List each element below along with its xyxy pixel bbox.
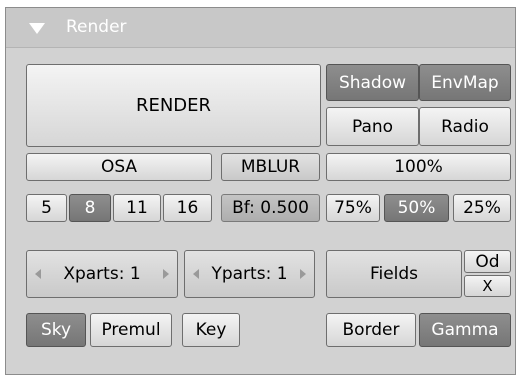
key-toggle[interactable]: Key	[182, 313, 240, 347]
increment-arrow-icon[interactable]	[163, 269, 169, 279]
yparts-label: Yparts: 1	[211, 264, 288, 284]
sky-toggle[interactable]: Sky	[26, 313, 86, 347]
fields-toggle[interactable]: Fields	[326, 250, 462, 298]
premul-toggle[interactable]: Premul	[90, 313, 172, 347]
osa-level-16[interactable]: 16	[163, 194, 212, 222]
collapse-triangle-icon[interactable]	[29, 23, 45, 34]
size-25-button[interactable]: 25%	[453, 194, 511, 222]
osa-level-5[interactable]: 5	[26, 194, 67, 222]
osa-toggle[interactable]: OSA	[26, 153, 212, 181]
render-button[interactable]: RENDER	[26, 64, 321, 147]
shadow-toggle[interactable]: Shadow	[326, 64, 419, 101]
osa-level-8[interactable]: 8	[69, 194, 111, 222]
xparts-number-field[interactable]: Xparts: 1	[26, 250, 178, 298]
envmap-toggle[interactable]: EnvMap	[419, 64, 511, 101]
radio-toggle[interactable]: Radio	[419, 107, 511, 146]
panel-title: Render	[66, 17, 127, 37]
decrement-arrow-icon[interactable]	[193, 269, 199, 279]
size-100-button[interactable]: 100%	[326, 153, 511, 181]
odd-field-toggle[interactable]: Od	[464, 250, 511, 273]
decrement-arrow-icon[interactable]	[35, 269, 41, 279]
increment-arrow-icon[interactable]	[300, 269, 306, 279]
osa-level-11[interactable]: 11	[113, 194, 161, 222]
size-75-button[interactable]: 75%	[326, 194, 380, 222]
render-panel: Render RENDER Shadow EnvMap Pano Radio O…	[5, 7, 516, 375]
panel-header[interactable]: Render	[6, 8, 515, 48]
size-50-button[interactable]: 50%	[384, 194, 449, 222]
border-toggle[interactable]: Border	[326, 313, 416, 347]
pano-toggle[interactable]: Pano	[326, 107, 419, 146]
xparts-label: Xparts: 1	[63, 264, 141, 284]
mblur-toggle[interactable]: MBLUR	[221, 153, 320, 181]
bf-number-field[interactable]: Bf: 0.500	[221, 194, 320, 222]
gamma-toggle[interactable]: Gamma	[419, 313, 511, 347]
yparts-number-field[interactable]: Yparts: 1	[184, 250, 315, 298]
x-field-toggle[interactable]: X	[464, 275, 511, 297]
